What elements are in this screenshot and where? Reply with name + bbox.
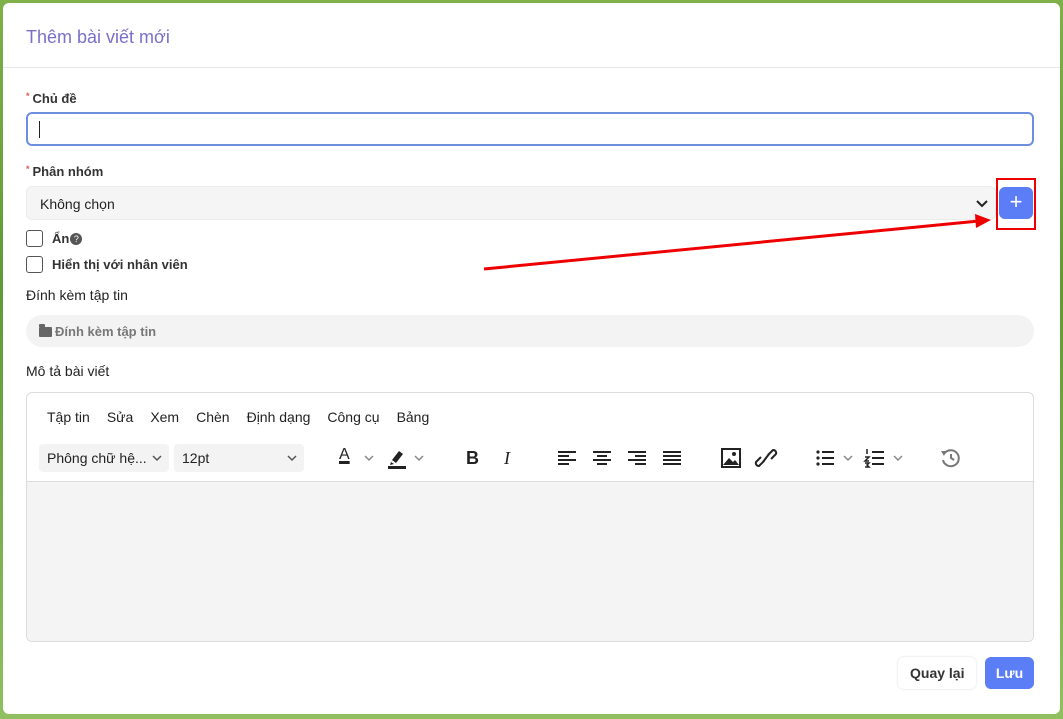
text-color-letter: A — [339, 446, 350, 463]
history-icon — [941, 449, 960, 468]
description-label: Mô tả bài viết — [26, 363, 110, 379]
chevron-down-icon — [976, 200, 988, 208]
align-justify-icon — [663, 451, 681, 465]
link-icon — [754, 449, 778, 467]
add-post-modal: Thêm bài viết mới * Chủ đề * Phân nhóm Khô… — [3, 3, 1060, 714]
font-family-value: Phông chữ hệ... — [47, 450, 147, 466]
align-justify-button[interactable] — [659, 446, 685, 470]
align-left-button[interactable] — [554, 446, 580, 470]
bold-letter: B — [466, 448, 479, 468]
chevron-down-icon — [843, 455, 853, 462]
italic-button[interactable]: I — [495, 446, 521, 470]
chevron-down-icon — [364, 455, 374, 462]
show-staff-label: Hiển thị với nhân viên — [52, 257, 188, 272]
bold-button[interactable]: B — [459, 446, 485, 470]
highlighter-icon — [388, 451, 406, 469]
group-label-text: Phân nhóm — [32, 164, 104, 179]
insert-link-button[interactable] — [753, 446, 779, 470]
numbered-list-icon — [863, 449, 884, 468]
align-right-button[interactable] — [624, 446, 650, 470]
attach-file-label: Đính kèm tập tin — [55, 324, 157, 339]
hidden-option: Ẩn ? — [26, 230, 83, 247]
required-mark: * — [26, 164, 30, 174]
insert-image-button[interactable] — [718, 446, 744, 470]
hidden-checkbox[interactable] — [26, 230, 43, 247]
image-icon — [721, 448, 741, 468]
group-label: * Phân nhóm — [26, 164, 103, 179]
chevron-down-icon — [893, 455, 903, 462]
chevron-down-icon — [152, 455, 162, 462]
modal-title: Thêm bài viết mới — [26, 27, 170, 47]
modal-header: Thêm bài viết mới — [3, 3, 1060, 68]
text-color-button[interactable]: A — [335, 446, 379, 470]
save-button[interactable]: Lưu — [985, 657, 1034, 689]
font-size-select[interactable]: 12pt — [174, 444, 304, 472]
subject-input[interactable] — [26, 112, 1034, 146]
help-icon[interactable]: ? — [70, 232, 83, 245]
history-button[interactable] — [938, 446, 964, 470]
rich-text-editor: Tập tin Sửa Xem Chèn Định dạng Công cụ B… — [26, 392, 1034, 642]
align-left-icon — [558, 451, 576, 465]
menu-edit[interactable]: Sửa — [107, 409, 134, 425]
chevron-down-icon — [287, 455, 297, 462]
menu-tools[interactable]: Công cụ — [327, 409, 379, 425]
group-select[interactable]: Không chọn — [26, 186, 996, 220]
italic-letter: I — [504, 448, 510, 468]
bullet-list-icon — [816, 450, 834, 466]
highlight-color-button[interactable] — [385, 446, 429, 470]
editor-content-area[interactable] — [27, 481, 1033, 641]
menu-format[interactable]: Định dạng — [247, 409, 311, 425]
add-group-button[interactable]: + — [999, 187, 1033, 219]
font-family-select[interactable]: Phông chữ hệ... — [39, 444, 169, 472]
font-size-value: 12pt — [182, 450, 210, 466]
subject-label-text: Chủ đề — [32, 91, 77, 106]
hidden-label: Ẩn — [52, 231, 70, 246]
group-selected-value: Không chọn — [40, 196, 115, 212]
show-staff-option: Hiển thị với nhân viên — [26, 256, 188, 273]
numbered-list-button[interactable] — [862, 446, 908, 470]
bullet-list-button[interactable] — [812, 446, 858, 470]
required-mark: * — [26, 91, 30, 101]
align-center-icon — [593, 451, 611, 465]
attach-file-button[interactable]: Đính kèm tập tin — [26, 315, 1034, 347]
editor-menubar: Tập tin Sửa Xem Chèn Định dạng Công cụ B… — [47, 409, 429, 425]
folder-icon — [39, 324, 52, 337]
back-button[interactable]: Quay lại — [898, 657, 977, 689]
menu-insert[interactable]: Chèn — [196, 409, 229, 425]
menu-view[interactable]: Xem — [150, 409, 179, 425]
show-staff-checkbox[interactable] — [26, 256, 43, 273]
align-center-button[interactable] — [589, 446, 615, 470]
editor-toolbar: Phông chữ hệ... 12pt A B I — [39, 444, 1019, 472]
align-right-icon — [628, 451, 646, 465]
menu-table[interactable]: Bảng — [397, 409, 430, 425]
text-cursor — [39, 121, 40, 138]
subject-label: * Chủ đề — [26, 91, 77, 106]
attachment-label: Đính kèm tập tin — [26, 287, 128, 303]
chevron-down-icon — [414, 455, 424, 462]
menu-file[interactable]: Tập tin — [47, 409, 90, 425]
